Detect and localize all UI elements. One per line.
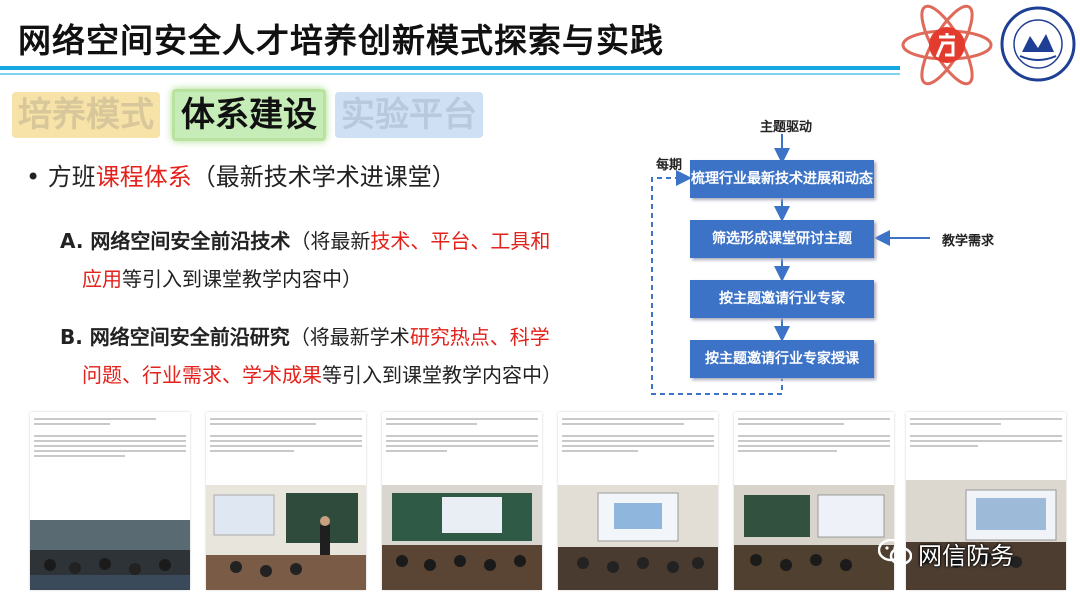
lecture-photo [734,485,894,590]
title-divider-thin [0,73,900,75]
point-frontier-tech: A. 网络空间安全前沿技术（将最新技术、平台、工具和 应用等引入到课堂教学内容中… [60,222,550,298]
flow-side-label: 教学需求 [942,234,995,249]
point-frontier-research: B. 网络空间安全前沿研究（将最新学术研究热点、科学 问题、行业需求、学术成果等… [60,318,562,394]
lecture-photo [206,485,366,590]
point-b-highlight2: 问题、行业需求、学术成果 [82,363,322,387]
fang-logo-icon [901,4,993,86]
flow-step-4: 按主题邀请行业专家授课 [690,340,874,378]
bullet-prefix: 方班 [47,163,96,191]
wechat-icon [878,539,912,566]
flow-step-2: 筛选形成课堂研讨主题 [690,220,874,258]
page-title: 网络空间安全人才培养创新模式探索与实践 [18,21,664,60]
point-a-highlight1: 技术、平台、工具和 [370,229,551,253]
flow-step-3: 按主题邀请行业专家 [690,280,874,318]
title-divider [0,66,900,70]
flow-top-label: 主题驱动 [760,120,813,135]
watermark-text: 网信防务 [918,541,1014,570]
flow-step-1: 梳理行业最新技术进展和动态 [690,160,874,198]
article-card [734,412,894,590]
point-a-heading: A. 网络空间安全前沿技术 [60,229,291,253]
point-b-highlight1: 研究热点、科学 [409,325,550,349]
point-b-heading: B. 网络空间安全前沿研究 [60,325,290,349]
point-a-text1: （将最新 [290,229,371,253]
point-a-text2: 等引入到课堂教学内容中） [122,267,362,291]
article-card [30,412,190,590]
course-flowchart: 主题驱动 每期 教学需求 梳理行业最新技术进展和动态 筛选形成课堂研讨主题 按主… [640,110,1060,400]
article-card [206,412,366,590]
tab-system-building[interactable]: 体系建设 [172,89,326,141]
course-system-bullet: • 方班课程体系（最新技术学术进课堂） [26,157,456,192]
point-a-highlight2: 应用 [82,267,122,291]
classroom-photo [30,520,190,590]
point-b-text2: 等引入到课堂教学内容中） [322,363,562,387]
bullet-symbol: • [26,163,41,191]
tab-lab-platform[interactable]: 实验平台 [335,92,483,138]
tab-training-mode[interactable]: 培养模式 [12,92,160,138]
lecture-photo [558,485,718,590]
bullet-highlight: 课程体系 [95,163,192,191]
lecture-photo [382,485,542,590]
bullet-suffix: （最新技术学术进课堂） [191,163,456,191]
article-card [558,412,718,590]
point-b-text1: （将最新学术 [289,325,410,349]
flow-loop-label: 每期 [656,158,683,173]
article-card [382,412,542,590]
slide: 网络空间安全人才培养创新模式探索与实践 培养模式 体系建设 实验平台 • 方班课… [0,0,1080,609]
university-seal-icon [1000,6,1076,82]
wechat-watermark: 网信防务 [878,533,1014,573]
